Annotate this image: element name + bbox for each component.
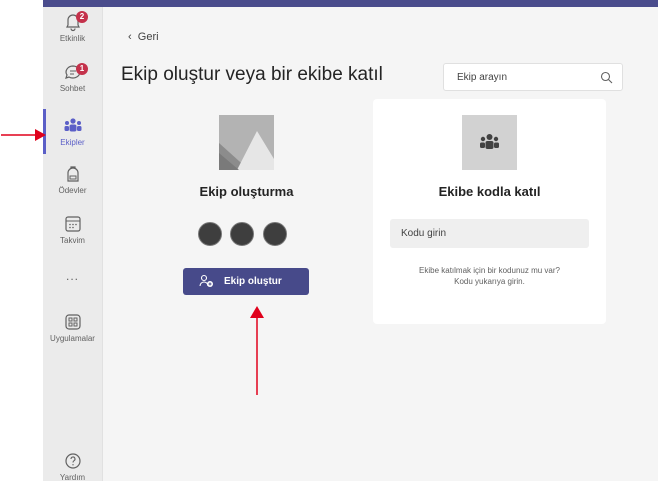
create-team-button[interactable]: Ekip oluştur bbox=[183, 268, 309, 295]
back-label: Geri bbox=[137, 31, 159, 43]
annotation-arrow-right bbox=[1, 129, 46, 141]
apps-grid-icon bbox=[64, 314, 81, 330]
add-team-icon bbox=[199, 274, 213, 287]
rail-item-teams[interactable]: Ekipler bbox=[43, 115, 102, 147]
page-title: Ekip oluştur veya bir ekibe katıl bbox=[121, 64, 383, 85]
rail-label-chat: Sohbet bbox=[59, 84, 86, 93]
rail-item-help[interactable]: Yardım bbox=[43, 450, 102, 482]
app-top-bar bbox=[43, 0, 658, 7]
main-content: ‹ Geri Ekip oluştur veya bir ekibe katıl… bbox=[103, 7, 658, 481]
search-placeholder: Ekip arayın bbox=[457, 72, 508, 83]
join-team-title: Ekibe kodla katıl bbox=[438, 184, 541, 199]
rail-item-chat[interactable]: 1 Sohbet bbox=[43, 61, 102, 93]
create-team-button-label: Ekip oluştur bbox=[224, 276, 282, 287]
image-icon bbox=[219, 115, 274, 170]
join-hint-line2: Kodu yukarıya girin. bbox=[454, 277, 525, 286]
annotation-arrow-up bbox=[250, 306, 264, 395]
help-icon bbox=[64, 453, 81, 469]
search-icon bbox=[600, 71, 613, 84]
back-button[interactable]: ‹ Geri bbox=[128, 31, 159, 43]
rail-label-activity: Etkinlik bbox=[59, 34, 86, 43]
rail-item-apps[interactable]: Uygulamalar bbox=[43, 311, 102, 343]
create-team-title: Ekip oluşturma bbox=[199, 184, 294, 199]
avatar bbox=[198, 222, 222, 246]
more-apps-button[interactable]: ... bbox=[43, 269, 102, 283]
join-hint-line1: Ekibe katılmak için bir kodunuz mu var? bbox=[419, 266, 560, 275]
calendar-icon bbox=[64, 216, 81, 232]
rail-label-assignments: Ödevler bbox=[58, 186, 87, 195]
team-search-input[interactable]: Ekip arayın bbox=[443, 63, 623, 91]
code-placeholder: Kodu girin bbox=[401, 228, 447, 239]
team-image-placeholder bbox=[219, 115, 274, 170]
rail-item-calendar[interactable]: Takvim bbox=[43, 213, 102, 245]
avatar bbox=[263, 222, 287, 246]
rail-label-apps: Uygulamalar bbox=[50, 334, 95, 343]
join-hint: Ekibe katılmak için bir kodunuz mu var? … bbox=[378, 265, 601, 287]
rail-label-teams: Ekipler bbox=[60, 138, 85, 147]
team-code-input[interactable]: Kodu girin bbox=[390, 219, 589, 248]
rail-item-assignments[interactable]: Ödevler bbox=[43, 163, 102, 195]
teams-icon bbox=[480, 134, 499, 149]
avatar bbox=[230, 222, 254, 246]
app-rail: 2 Etkinlik 1 Sohbet Ekipler Ödevler Takv… bbox=[43, 7, 103, 482]
chat-badge: 1 bbox=[76, 63, 88, 75]
teams-icon bbox=[64, 118, 81, 132]
rail-item-activity[interactable]: 2 Etkinlik bbox=[43, 11, 102, 43]
chevron-left-icon: ‹ bbox=[128, 31, 132, 43]
rail-label-calendar: Takvim bbox=[60, 236, 85, 245]
join-team-icon-tile bbox=[462, 115, 517, 170]
activity-badge: 2 bbox=[76, 11, 88, 23]
backpack-icon bbox=[66, 166, 79, 182]
